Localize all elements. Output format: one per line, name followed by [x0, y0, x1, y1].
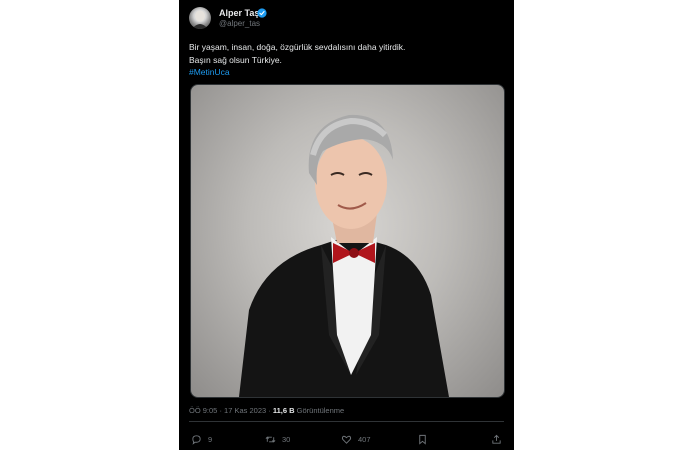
share-button[interactable] [491, 432, 502, 446]
avatar-image [192, 10, 208, 29]
portrait-image [239, 114, 449, 397]
views-count: 11,6 B [272, 406, 295, 415]
tweet-text: Bir yaşam, insan, doğa, özgürlük sevdalı… [189, 41, 504, 79]
divider [189, 421, 504, 422]
like-icon [341, 435, 352, 444]
tweet-photo[interactable] [190, 84, 505, 398]
tweet-time[interactable]: ÖÖ 9:05 [189, 406, 217, 415]
author-display-name[interactable]: Alper Taş [219, 8, 259, 18]
action-bar: 9 30 407 [191, 432, 503, 446]
hashtag-link[interactable]: #MetinUca [189, 66, 504, 79]
tweet-meta: ÖÖ 9:05 · 17 Kas 2023 · 11,6 B Görüntüle… [189, 406, 344, 415]
like-button[interactable]: 407 [341, 432, 371, 446]
tweet-panel: Alper Taş @alper_tas Bir yaşam, insan, d… [179, 0, 514, 450]
views-label: Görüntülenme [296, 406, 345, 415]
meta-separator: · [268, 406, 271, 415]
reply-count: 9 [208, 434, 213, 444]
reply-icon [192, 434, 201, 445]
tweet-text-line: Bir yaşam, insan, doğa, özgürlük sevdalı… [189, 42, 406, 52]
reply-button[interactable]: 9 [191, 432, 212, 446]
bookmark-icon [419, 434, 426, 445]
share-icon [492, 434, 501, 444]
retweet-icon [265, 436, 276, 442]
tweet-date[interactable]: 17 Kas 2023 [224, 406, 266, 415]
bookmark-button[interactable] [417, 432, 428, 446]
verified-badge-icon [257, 8, 267, 18]
avatar[interactable] [189, 7, 211, 29]
retweet-count: 30 [282, 434, 291, 444]
author-handle[interactable]: @alper_tas [219, 19, 260, 28]
tweet-text-line: Başın sağ olsun Türkiye. [189, 54, 282, 65]
retweet-button[interactable]: 30 [265, 432, 290, 446]
meta-separator: · [219, 406, 222, 415]
like-count: 407 [358, 434, 371, 444]
